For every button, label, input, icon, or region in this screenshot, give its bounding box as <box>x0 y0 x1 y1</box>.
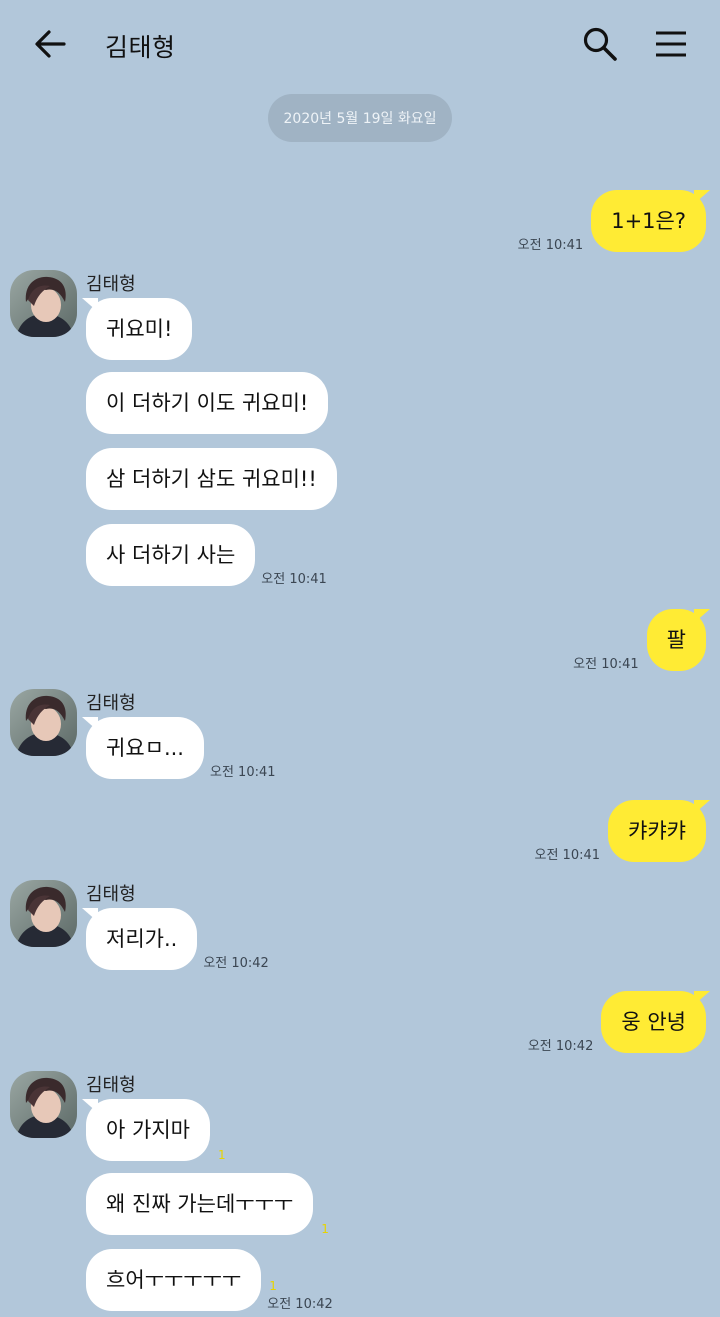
message-time: 오전 10:41 <box>210 765 276 780</box>
other-message-row: 사 더하기 사는오전 10:41 <box>86 524 327 587</box>
unread-count: 1 <box>269 1279 277 1293</box>
arrow-left-icon <box>35 30 66 58</box>
other-message-bubble[interactable]: 이 더하기 이도 귀요미! <box>86 372 329 434</box>
profile-photo <box>10 270 77 337</box>
message-time: 오전 10:42 <box>267 1297 333 1312</box>
message-meta: 1 <box>319 1222 329 1236</box>
other-message-row: 흐어ㅜㅜㅜㅜㅜ 1 오전 10:42 <box>86 1249 333 1312</box>
sender-name: 김태형 <box>86 274 136 295</box>
search-button[interactable] <box>580 24 620 64</box>
sender-name: 김태형 <box>86 1075 136 1096</box>
unread-count: 1 <box>217 1148 226 1162</box>
avatar[interactable] <box>10 1071 77 1138</box>
unread-count: 1 <box>321 1222 329 1236</box>
other-message-row: 저리가.. 오전 10:42 <box>86 908 269 971</box>
other-message-row: 이 더하기 이도 귀요미! <box>86 372 329 434</box>
back-button[interactable] <box>30 24 70 64</box>
other-message-row: 귀요미! <box>86 298 193 360</box>
sender-name: 김태형 <box>86 884 136 905</box>
message-meta: 오전 10:41 <box>210 761 276 780</box>
message-meta: 1 오전 10:42 <box>267 1279 333 1312</box>
avatar[interactable] <box>10 689 77 756</box>
search-icon <box>583 27 617 61</box>
my-message-row: 오전 10:42 웅 안녕 <box>527 991 706 1054</box>
my-message-bubble[interactable]: 1+1은? <box>591 190 706 252</box>
hamburger-menu-icon <box>656 31 686 57</box>
avatar[interactable] <box>10 880 77 947</box>
message-time: 오전 10:42 <box>203 956 269 971</box>
other-message-row: 왜 진짜 가는데ㅜㅜㅜ 1 <box>86 1173 329 1236</box>
my-message-row: 오전 10:41 캬캬캬 <box>534 800 706 863</box>
message-time: 오전 10:41 <box>573 657 639 672</box>
other-message-row: 귀요ㅁ... 오전 10:41 <box>86 717 276 780</box>
message-meta: 오전 10:42 <box>203 952 269 971</box>
my-message-row: 오전 10:41 1+1은? <box>517 190 706 253</box>
other-message-bubble[interactable]: 삼 더하기 삼도 귀요미!! <box>86 448 337 510</box>
message-time: 오전 10:42 <box>527 1039 594 1054</box>
date-divider: 2020년 5월 19일 화요일 <box>268 94 452 142</box>
other-message-bubble[interactable]: 귀요ㅁ... <box>86 717 204 779</box>
other-message-row: 아 가지마 1 <box>86 1099 226 1162</box>
other-message-bubble[interactable]: 사 더하기 사는 <box>86 524 256 586</box>
profile-photo <box>10 1071 77 1138</box>
message-meta: 1 <box>216 1148 226 1162</box>
chat-header: 김태형 <box>0 0 720 88</box>
other-message-bubble[interactable]: 흐어ㅜㅜㅜㅜㅜ <box>86 1249 262 1311</box>
my-message-bubble[interactable]: 캬캬캬 <box>608 800 706 862</box>
avatar[interactable] <box>10 270 77 337</box>
message-time: 오전 10:41 <box>261 572 327 587</box>
my-message-bubble[interactable]: 웅 안녕 <box>601 991 706 1053</box>
other-message-bubble[interactable]: 아 가지마 <box>86 1099 210 1161</box>
other-message-bubble[interactable]: 왜 진짜 가는데ㅜㅜㅜ <box>86 1173 314 1235</box>
profile-photo <box>10 689 77 756</box>
message-time: 오전 10:41 <box>517 238 584 253</box>
sender-name: 김태형 <box>86 693 136 714</box>
menu-button[interactable] <box>651 24 691 64</box>
my-message-row: 오전 10:41 팔 <box>573 609 706 672</box>
chat-title: 김태형 <box>105 33 176 62</box>
message-meta: 오전 10:41 <box>261 568 327 587</box>
my-message-bubble[interactable]: 팔 <box>646 609 706 671</box>
message-time: 오전 10:41 <box>534 848 601 863</box>
profile-photo <box>10 880 77 947</box>
other-message-bubble[interactable]: 저리가.. <box>86 908 198 970</box>
other-message-bubble[interactable]: 귀요미! <box>86 298 193 360</box>
other-message-row: 삼 더하기 삼도 귀요미!! <box>86 448 337 510</box>
